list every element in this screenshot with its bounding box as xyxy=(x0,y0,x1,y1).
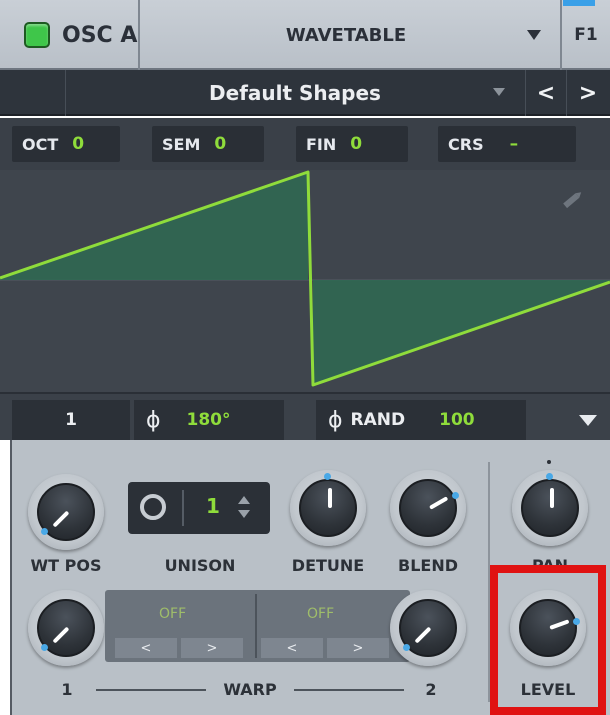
filter-route-button[interactable]: F1 xyxy=(562,0,610,70)
oscillator-panel: OSC A WAVETABLE F1 Default Shapes < > OC… xyxy=(0,0,610,715)
warp-mode-panel: OFF OFF < > < > xyxy=(105,590,410,662)
octave-control[interactable]: OCT 0 xyxy=(12,126,120,162)
osc-header: OSC A WAVETABLE F1 xyxy=(0,0,610,70)
phase-icon: ϕ xyxy=(146,407,161,433)
phase-control[interactable]: ϕ 180° xyxy=(134,400,284,440)
warp2-knob[interactable] xyxy=(390,590,466,666)
coarse-value[interactable]: – xyxy=(510,134,519,154)
warp2-label: 2 xyxy=(425,680,437,699)
phase-random-control[interactable]: ϕ RAND 100 xyxy=(316,400,526,440)
random-phase-icon: ϕ xyxy=(328,407,343,433)
coarse-label: CRS xyxy=(448,134,484,154)
semitone-value[interactable]: 0 xyxy=(214,134,226,154)
fine-value[interactable]: 0 xyxy=(350,134,362,154)
warp2-mode-value[interactable]: OFF xyxy=(307,606,334,622)
warp2-next-button[interactable]: > xyxy=(327,638,389,658)
fine-label: FIN xyxy=(306,134,337,154)
waveform-display[interactable] xyxy=(0,170,610,392)
fine-control[interactable]: FIN 0 xyxy=(296,126,408,162)
wavetable-index-field[interactable]: 1 xyxy=(12,400,130,440)
expand-arrow-icon[interactable] xyxy=(579,414,597,426)
osc-title: OSC A xyxy=(62,22,138,48)
preset-prev-button[interactable]: < xyxy=(527,70,565,116)
random-phase-value[interactable]: 100 xyxy=(439,410,475,430)
wt-pos-label: WT POS xyxy=(30,556,102,575)
octave-value[interactable]: 0 xyxy=(72,134,84,154)
wavetable-preset-name: Default Shapes xyxy=(209,81,381,105)
filter-route-indicator xyxy=(563,0,595,6)
phase-strip: 1 ϕ 180° ϕ RAND 100 xyxy=(0,392,610,440)
unison-voices-value[interactable]: 1 xyxy=(206,494,220,518)
warp1-label: 1 xyxy=(61,680,73,699)
warp1-next-button[interactable]: > xyxy=(181,638,243,658)
octave-label: OCT xyxy=(22,134,59,154)
dropdown-arrow-icon[interactable] xyxy=(527,0,541,70)
level-highlight-frame xyxy=(490,565,606,715)
blend-label: BLEND xyxy=(398,556,458,575)
unison-up-icon[interactable] xyxy=(238,496,250,504)
pan-knob[interactable] xyxy=(512,470,588,546)
preset-next-button[interactable]: > xyxy=(568,70,608,116)
wavetable-preset-selector[interactable]: Default Shapes xyxy=(130,70,460,116)
wavetable-type-dropdown[interactable]: WAVETABLE xyxy=(140,0,552,70)
osc-enable-toggle[interactable] xyxy=(24,0,50,70)
pitch-controls: OCT 0 SEM 0 FIN 0 CRS – xyxy=(0,118,610,170)
wavetable-type-label: WAVETABLE xyxy=(285,24,407,46)
warp-label: WARP xyxy=(223,680,277,699)
phase-value[interactable]: 180° xyxy=(187,410,231,430)
unison-settings-gear-icon[interactable] xyxy=(140,494,166,520)
expand-arrow-button[interactable] xyxy=(568,400,608,440)
unison-label: UNISON xyxy=(164,556,236,575)
osc-enable-led-icon[interactable] xyxy=(24,22,50,48)
wt-pos-knob[interactable] xyxy=(28,474,104,550)
blend-knob[interactable] xyxy=(390,470,466,546)
warp1-knob[interactable] xyxy=(28,590,104,666)
detune-knob[interactable] xyxy=(290,470,366,546)
detune-label: DETUNE xyxy=(291,556,365,575)
semitone-control[interactable]: SEM 0 xyxy=(152,126,264,162)
unison-voices-control[interactable]: 1 xyxy=(128,482,270,534)
preset-menu-arrow-icon[interactable] xyxy=(493,88,505,96)
filter-route-label: F1 xyxy=(574,25,598,45)
warp1-mode-value[interactable]: OFF xyxy=(159,606,186,622)
warp1-prev-button[interactable]: < xyxy=(115,638,177,658)
pan-center-marker xyxy=(547,460,551,464)
unison-down-icon[interactable] xyxy=(238,510,250,518)
warp2-prev-button[interactable]: < xyxy=(261,638,323,658)
random-phase-label: RAND xyxy=(350,410,406,430)
semitone-label: SEM xyxy=(162,134,201,154)
waveform-graphic xyxy=(0,170,610,387)
pencil-icon[interactable] xyxy=(563,190,583,209)
wavetable-index-value[interactable]: 1 xyxy=(65,410,77,430)
wavetable-preset-bar: Default Shapes < > xyxy=(0,70,610,116)
coarse-control[interactable]: CRS – xyxy=(438,126,576,162)
